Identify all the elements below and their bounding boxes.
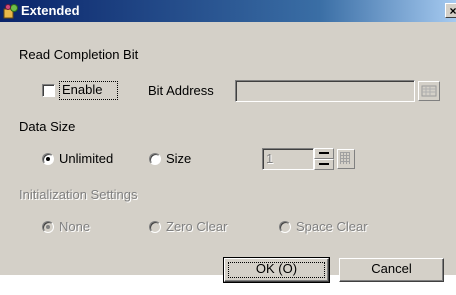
init-settings-heading: Initialization Settings [19,187,138,202]
cancel-button-label: Cancel [371,261,412,276]
none-radio[interactable] [42,221,54,233]
close-button[interactable]: × [445,3,456,18]
keypad-icon [340,152,350,164]
radio-selected-dot [46,157,50,161]
read-completion-heading: Read Completion Bit [19,47,139,62]
size-value: 1 [266,151,274,166]
data-size-heading: Data Size [19,119,76,134]
size-field[interactable]: 1 [262,148,314,170]
extended-dialog: Extended × Read Completion Bit Enable Bi… [0,0,456,283]
title-bar: Extended × [0,0,456,22]
size-spin-down-button[interactable] [314,159,334,170]
ok-focus-rect [228,262,325,278]
window-title: Extended [21,3,80,18]
bit-address-keypad-button[interactable] [418,81,440,101]
size-radio[interactable] [149,153,161,165]
unlimited-radio[interactable] [42,153,54,165]
bit-address-label: Bit Address [148,83,214,98]
radio-selected-dot [46,225,50,229]
unlimited-label[interactable]: Unlimited [59,151,113,167]
size-spin-up-button[interactable] [314,148,334,159]
enable-label[interactable]: Enable [62,82,102,98]
space-clear-label[interactable]: Space Clear [296,219,368,235]
zero-clear-radio[interactable] [149,221,161,233]
app-icon [3,3,19,19]
enable-checkbox[interactable] [42,84,55,97]
bit-address-field[interactable] [235,80,415,102]
spin-up-bar-icon [319,152,329,154]
none-label[interactable]: None [59,219,90,235]
size-label[interactable]: Size [166,151,191,167]
spin-down-bar-icon [319,163,329,165]
ok-button[interactable]: OK (O) [223,257,330,283]
zero-clear-label[interactable]: Zero Clear [166,219,227,235]
space-clear-radio[interactable] [279,221,291,233]
size-keypad-button[interactable] [337,149,355,169]
cancel-button[interactable]: Cancel [339,258,444,282]
